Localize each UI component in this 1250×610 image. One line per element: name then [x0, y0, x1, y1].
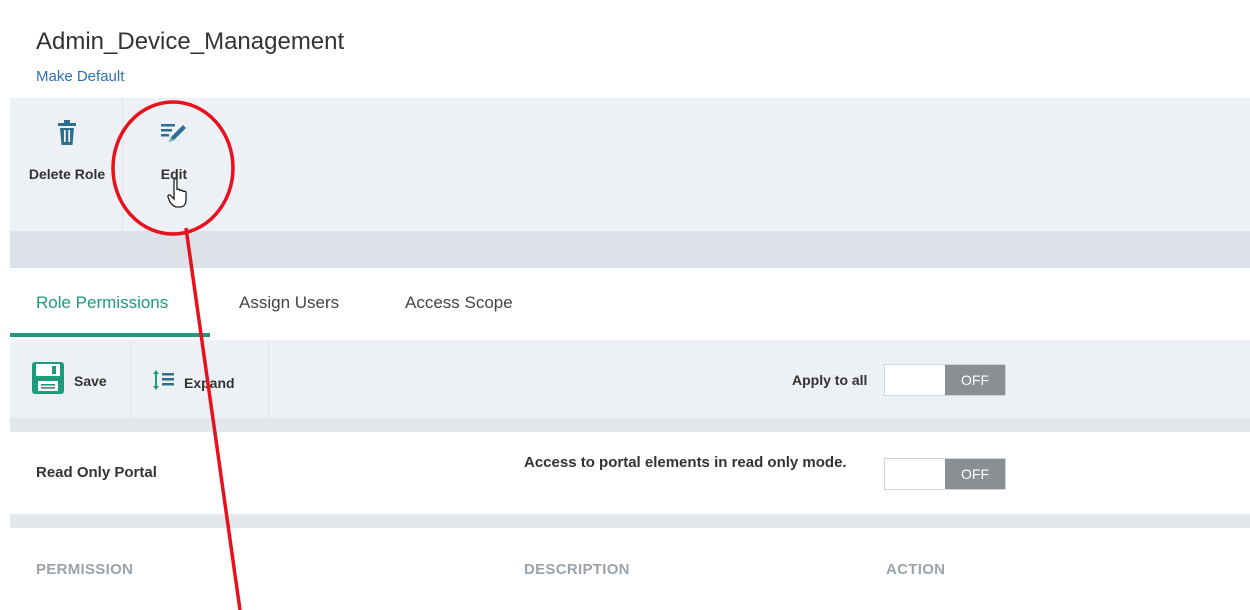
toolbar-divider	[122, 98, 123, 231]
save-label: Save	[74, 372, 107, 389]
read-only-portal-toggle[interactable]: OFF	[884, 458, 1006, 490]
page-title: Admin_Device_Management	[36, 28, 345, 55]
tab-assign-users[interactable]: Assign Users	[239, 293, 339, 313]
toggle-off-state: OFF	[945, 365, 1005, 395]
section-divider-band	[10, 231, 1250, 268]
expand-button[interactable]: Expand	[152, 368, 235, 397]
tab-access-scope[interactable]: Access Scope	[405, 293, 513, 313]
apply-to-all-label: Apply to all	[792, 372, 868, 388]
apply-to-all-toggle[interactable]: OFF	[884, 364, 1006, 396]
permissions-table-header: PERMISSION DESCRIPTION ACTION	[10, 528, 1250, 610]
tab-role-permissions[interactable]: Role Permissions	[36, 293, 168, 313]
edit-button[interactable]: Edit	[134, 98, 214, 231]
role-detail-page: Admin_Device_Management Make Default Del…	[10, 0, 1250, 610]
delete-role-button[interactable]: Delete Role	[22, 98, 112, 231]
role-tabs: Role Permissions Assign Users Access Sco…	[10, 268, 1250, 340]
actions-divider	[268, 340, 269, 418]
read-only-portal-row: Read Only Portal Access to portal elemen…	[10, 432, 1250, 514]
column-header-permission: PERMISSION	[36, 561, 134, 578]
save-icon	[30, 360, 66, 401]
section-gap	[10, 418, 1250, 432]
delete-role-label: Delete Role	[28, 166, 106, 182]
active-tab-indicator	[10, 333, 210, 337]
trash-icon	[52, 118, 82, 148]
save-button[interactable]: Save	[30, 360, 107, 401]
make-default-link[interactable]: Make Default	[36, 68, 124, 85]
expand-icon	[152, 368, 176, 397]
column-header-action: ACTION	[886, 561, 946, 578]
page-header: Admin_Device_Management Make Default	[10, 0, 1250, 98]
read-only-portal-description: Access to portal elements in read only m…	[524, 454, 847, 471]
edit-pencil-icon	[159, 118, 189, 148]
edit-label: Edit	[160, 166, 188, 182]
column-header-description: DESCRIPTION	[524, 561, 630, 578]
actions-divider	[130, 340, 131, 418]
role-toolbar: Delete Role Edit	[10, 98, 1250, 231]
section-gap	[10, 514, 1250, 528]
toggle-off-state: OFF	[945, 459, 1005, 489]
read-only-portal-title: Read Only Portal	[36, 464, 157, 481]
expand-label: Expand	[184, 374, 235, 391]
permissions-actions-bar: Save Expand Apply to all OFF	[10, 340, 1250, 418]
